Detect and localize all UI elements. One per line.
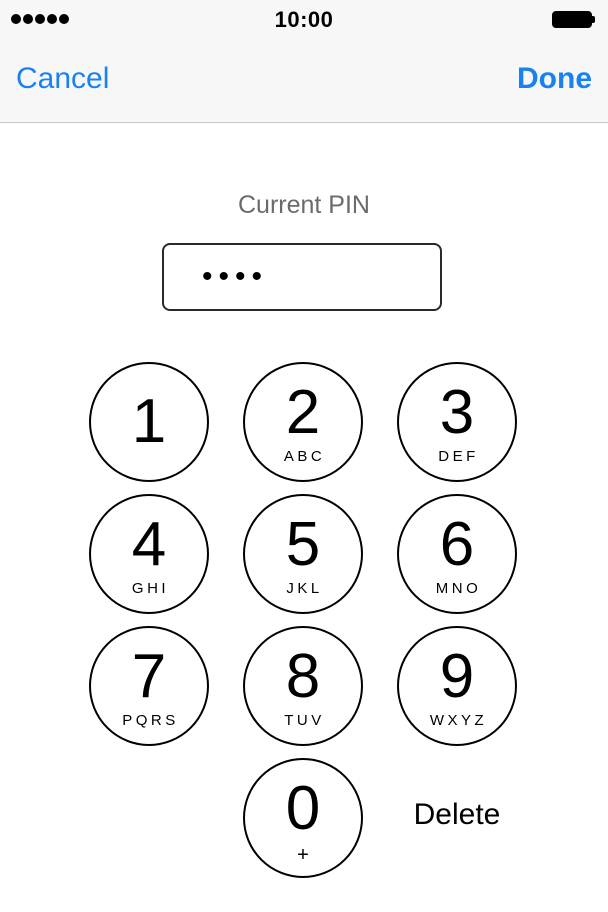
pin-input-field[interactable]: •••• (162, 243, 442, 311)
navigation-bar: Cancel Done (0, 40, 608, 123)
key-digit: 7 (131, 642, 167, 711)
key-plus-symbol: + (297, 844, 309, 866)
key-digit: 4 (131, 510, 167, 579)
status-time: 10:00 (274, 7, 334, 32)
keypad-key-5[interactable]: 5 JKL (243, 494, 363, 614)
keypad-key-0[interactable]: 0 + (243, 758, 363, 878)
key-letters: ABC (283, 448, 326, 465)
done-button[interactable]: Done (517, 62, 592, 96)
key-letters: PQRS (122, 712, 179, 729)
delete-button[interactable]: Delete (397, 798, 517, 832)
key-letters: JKL (286, 580, 323, 597)
key-digit: 0 (285, 774, 321, 843)
key-letters: DEF (438, 448, 479, 465)
keypad-key-2[interactable]: 2 ABC (243, 362, 363, 482)
key-digit: 6 (439, 510, 475, 579)
status-bar: 10:00 (0, 0, 608, 40)
key-letters: WXYZ (429, 712, 488, 729)
key-letters: MNO (435, 580, 482, 597)
pin-label: Current PIN (238, 191, 370, 219)
key-digit: 8 (285, 642, 321, 711)
key-digit: 9 (439, 642, 475, 711)
keypad-key-3[interactable]: 3 DEF (397, 362, 517, 482)
keypad-key-6[interactable]: 6 MNO (397, 494, 517, 614)
key-letters: GHI (131, 580, 170, 597)
keypad-key-9[interactable]: 9 WXYZ (397, 626, 517, 746)
cancel-button[interactable]: Cancel (16, 62, 109, 96)
keypad-key-7[interactable]: 7 PQRS (89, 626, 209, 746)
key-digit: 2 (285, 378, 321, 447)
key-digit: 5 (285, 510, 321, 579)
key-digit: 3 (439, 378, 475, 447)
battery-icon (552, 11, 596, 28)
key-letters: TUV (284, 712, 325, 729)
keypad-key-4[interactable]: 4 GHI (89, 494, 209, 614)
keypad-key-1[interactable]: 1 (89, 362, 209, 482)
key-digit: 1 (131, 387, 167, 456)
keypad-key-8[interactable]: 8 TUV (243, 626, 363, 746)
